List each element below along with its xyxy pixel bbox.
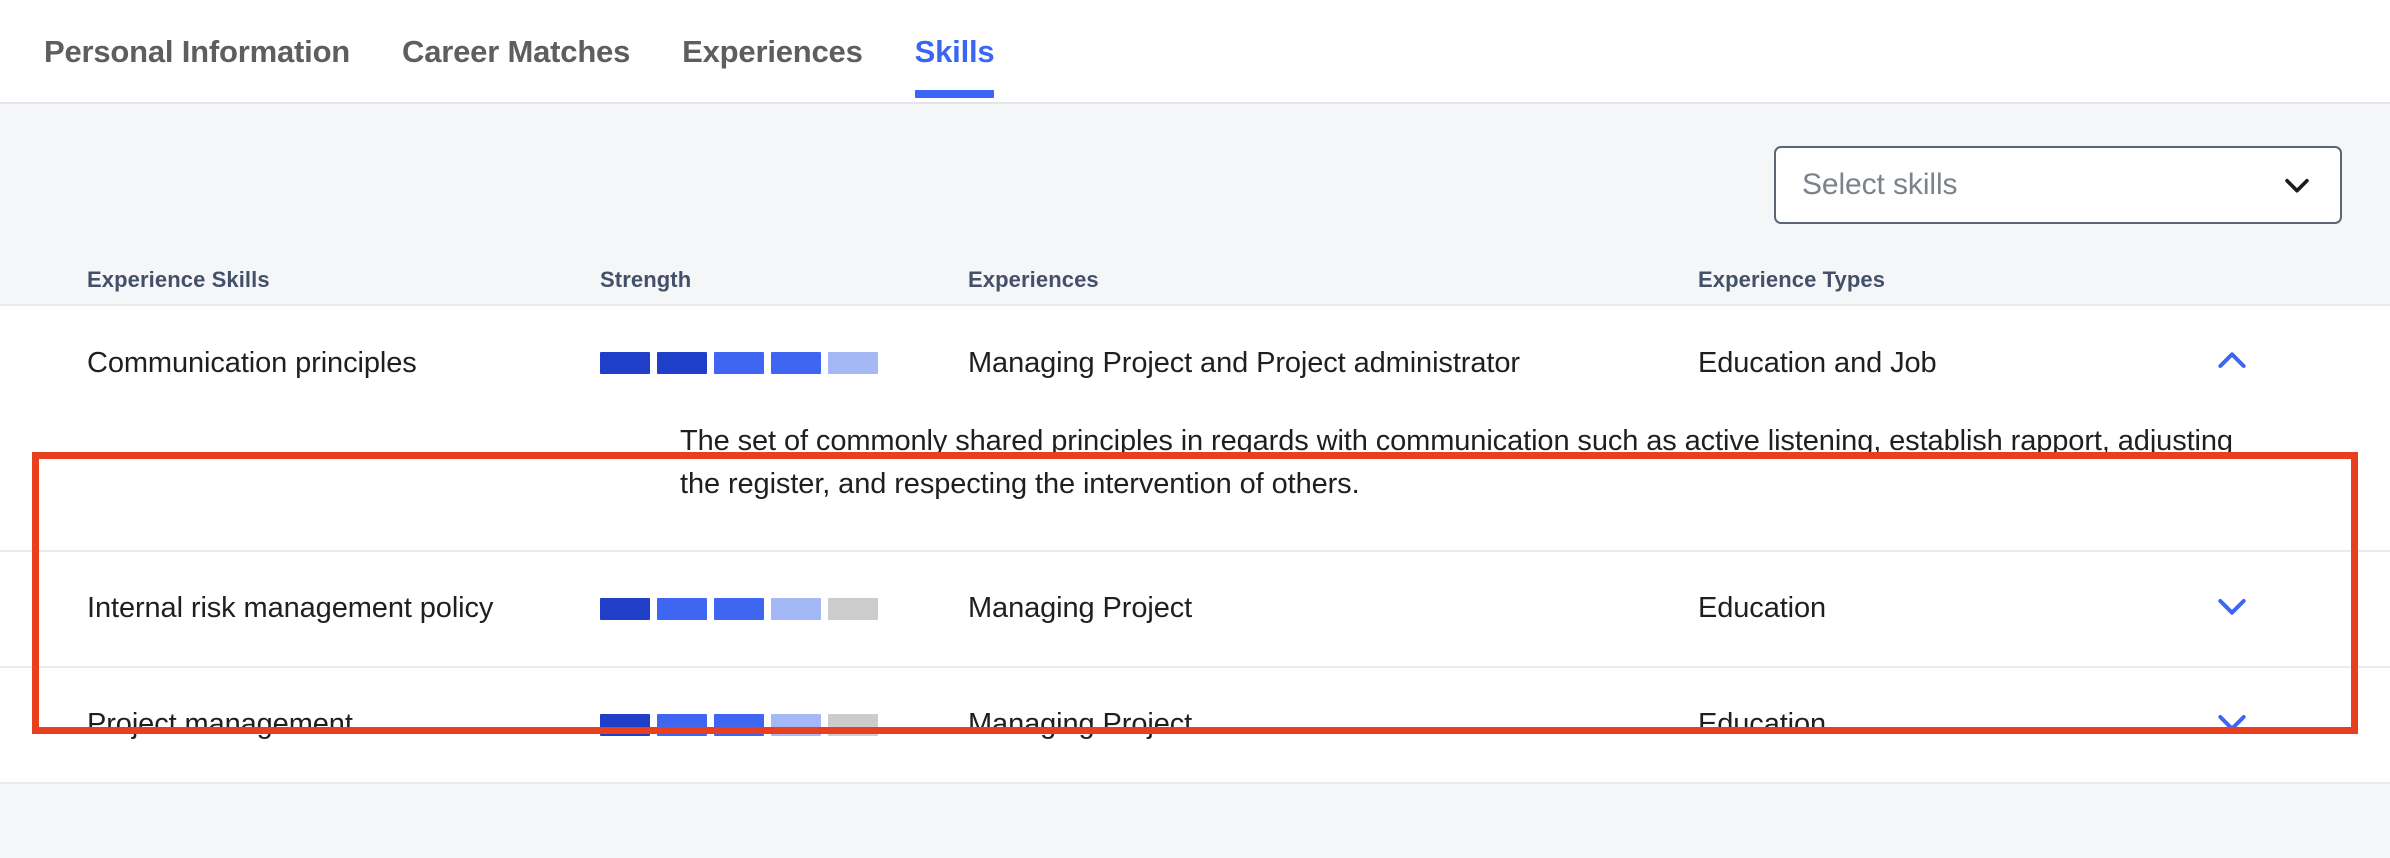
strength-segment xyxy=(714,713,764,736)
cell-skill-name: Communication principles xyxy=(87,346,417,379)
strength-segment xyxy=(600,713,650,736)
table-row[interactable]: Project management Managing Project Educ… xyxy=(0,665,2390,784)
row-toggle-button[interactable] xyxy=(2178,702,2390,747)
column-header-experience-types: Experience Types xyxy=(1698,267,1886,292)
column-header-strength: Strength xyxy=(600,267,692,292)
strength-segment xyxy=(600,597,650,620)
cell-experience-types: Education xyxy=(1698,708,1827,741)
cell-strength xyxy=(600,597,968,620)
chevron-down-icon[interactable] xyxy=(2212,586,2252,631)
strength-segment xyxy=(771,352,821,374)
skills-toolbar: Select skills xyxy=(0,104,2390,224)
skills-panel: Select skills Experience Skills Strength… xyxy=(0,104,2390,856)
table-row-summary[interactable]: Communication principles Managing Projec… xyxy=(0,306,2390,420)
skill-description: The set of commonly shared principles in… xyxy=(680,425,2233,500)
tab-label: Personal Information xyxy=(44,34,351,69)
cell-experience-types: Education and Job xyxy=(1698,346,1937,379)
strength-segment xyxy=(657,713,707,736)
cell-experiences: Managing Project xyxy=(968,708,1193,741)
row-toggle-button[interactable] xyxy=(2178,341,2390,386)
cell-experience-types: Education xyxy=(1698,592,1827,625)
cell-skill-name: Project management xyxy=(87,708,353,741)
cell-strength xyxy=(600,352,968,374)
cell-experiences: Managing Project xyxy=(968,592,1193,625)
table-row[interactable]: Communication principles Managing Projec… xyxy=(0,304,2390,552)
tab-personal-information[interactable]: Personal Information xyxy=(18,0,376,104)
tab-experiences[interactable]: Experiences xyxy=(656,0,888,104)
tab-label: Skills xyxy=(914,34,995,69)
table-row[interactable]: Internal risk management policy Managing… xyxy=(0,549,2390,668)
strength-segment xyxy=(828,597,878,620)
tab-career-matches[interactable]: Career Matches xyxy=(376,0,656,104)
table-row-summary[interactable]: Project management Managing Project Educ… xyxy=(0,668,2390,782)
chevron-up-icon[interactable] xyxy=(2212,341,2252,386)
strength-segment xyxy=(828,713,878,736)
strength-segment xyxy=(771,597,821,620)
tab-label: Experiences xyxy=(682,34,863,69)
table-header-row: Experience Skills Strength Experiences E… xyxy=(0,254,2390,306)
strength-segment xyxy=(771,713,821,736)
table-row-summary[interactable]: Internal risk management policy Managing… xyxy=(0,552,2390,666)
strength-segment xyxy=(828,352,878,374)
strength-meter xyxy=(600,713,968,736)
tab-skills[interactable]: Skills xyxy=(889,0,1021,104)
skills-row-list: Communication principles Managing Projec… xyxy=(0,304,2390,784)
column-header-experience-skills: Experience Skills xyxy=(87,267,270,292)
strength-segment xyxy=(714,597,764,620)
cell-experiences: Managing Project and Project administrat… xyxy=(968,346,1520,379)
chevron-down-icon[interactable] xyxy=(2212,702,2252,747)
main-tab-bar: Personal Information Career Matches Expe… xyxy=(0,0,2390,104)
row-toggle-button[interactable] xyxy=(2178,586,2390,631)
strength-segment xyxy=(657,597,707,620)
row-description-panel: The set of commonly shared principles in… xyxy=(0,420,2390,550)
select-skills-placeholder: Select skills xyxy=(1802,168,1958,201)
select-skills-dropdown[interactable]: Select skills xyxy=(1774,146,2342,224)
strength-meter xyxy=(600,352,968,374)
strength-segment xyxy=(657,352,707,374)
chevron-down-icon[interactable] xyxy=(2280,168,2314,202)
column-header-experiences: Experiences xyxy=(968,267,1099,292)
skills-table: Experience Skills Strength Experiences E… xyxy=(0,254,2390,784)
tab-label: Career Matches xyxy=(402,34,631,69)
cell-skill-name: Internal risk management policy xyxy=(87,592,494,625)
cell-strength xyxy=(600,713,968,736)
strength-segment xyxy=(600,352,650,374)
strength-segment xyxy=(714,352,764,374)
strength-meter xyxy=(600,597,968,620)
